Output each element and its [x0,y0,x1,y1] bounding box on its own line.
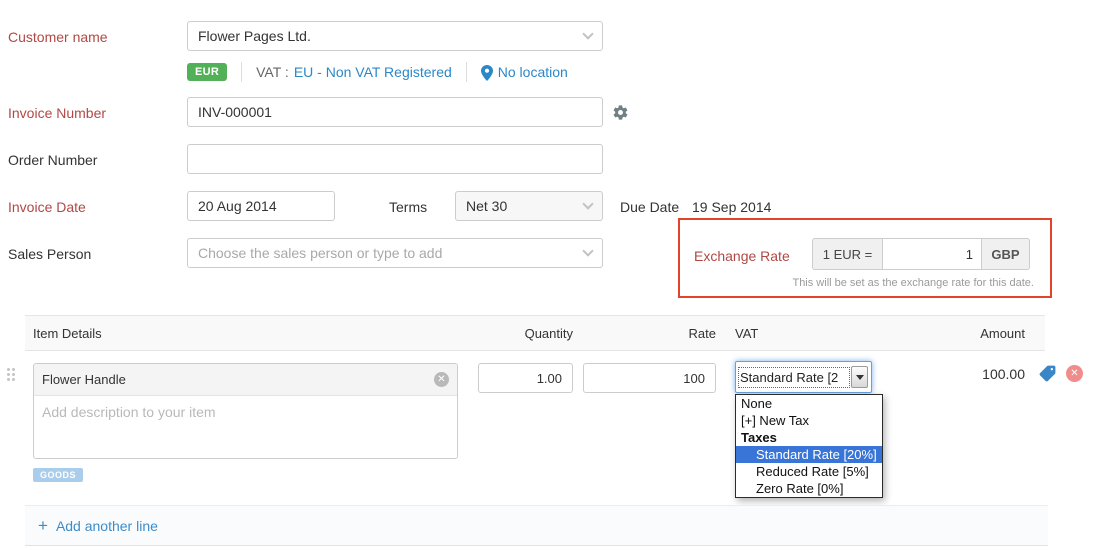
row-drag-handle-icon[interactable] [7,368,16,382]
vat-option-none[interactable]: None [736,395,882,412]
divider [466,62,467,82]
item-description-field[interactable]: Add description to your item [34,396,457,428]
exchange-rate-currency: GBP [982,238,1030,270]
invoice-date-label: Invoice Date [8,199,86,215]
vat-selected-value: Standard Rate [2 [739,368,849,387]
exchange-rate-box: Exchange Rate 1 EUR = GBP This will be s… [678,218,1052,298]
remove-line-icon[interactable]: ✕ [1066,365,1083,382]
customer-name-label: Customer name [8,29,108,45]
items-table-header: Item Details Quantity Rate VAT Amount [25,315,1045,351]
vat-option-new-tax[interactable]: [+] New Tax [736,412,882,429]
terms-select[interactable]: Net 30 [455,191,603,221]
add-another-line-button[interactable]: + Add another line [25,505,1048,546]
exchange-rate-label: Exchange Rate [694,248,790,264]
vat-option-group-taxes: Taxes [736,429,882,446]
line-amount-value: 100.00 [935,366,1025,382]
item-name-field[interactable]: Flower Handle ✕ [34,364,457,396]
terms-label: Terms [389,199,427,215]
sales-person-label: Sales Person [8,246,91,262]
header-rate: Rate [689,326,716,341]
customer-name-select[interactable]: Flower Pages Ltd. [187,21,603,51]
header-item-details: Item Details [33,326,102,341]
exchange-rate-input[interactable] [882,238,982,270]
terms-value: Net 30 [466,198,584,214]
header-quantity: Quantity [525,326,573,341]
vat-option-reduced-rate[interactable]: Reduced Rate [5%] [736,463,882,480]
invoice-number-settings-gear-icon[interactable] [612,104,629,121]
item-name-value: Flower Handle [42,372,434,387]
exchange-rate-group: 1 EUR = GBP [812,238,1030,270]
invoice-number-label: Invoice Number [8,105,106,121]
item-type-badge: GOODS [33,468,83,482]
exchange-rate-base: 1 EUR = [812,238,882,270]
vat-option-zero-rate[interactable]: Zero Rate [0%] [736,480,882,497]
chevron-down-icon [582,245,593,256]
select-arrow-button[interactable] [851,366,868,388]
triangle-down-icon [856,375,864,380]
header-amount: Amount [980,326,1025,341]
plus-icon: + [38,516,48,536]
header-vat: VAT [735,326,758,341]
no-location-link[interactable]: No location [498,64,568,80]
exchange-rate-helper-text: This will be set as the exchange rate fo… [792,277,1034,289]
quantity-input[interactable] [478,363,573,393]
invoice-number-input[interactable] [187,97,603,127]
chevron-down-icon [582,198,593,209]
vat-treatment-link[interactable]: EU - Non VAT Registered [294,64,452,80]
invoice-date-input[interactable] [187,191,335,221]
sales-person-placeholder: Choose the sales person or type to add [198,245,584,261]
clear-item-icon[interactable]: ✕ [434,372,449,387]
due-date-label: Due Date [620,199,679,215]
invoice-form-page: Customer name Flower Pages Ltd. EUR VAT … [0,0,1100,550]
chevron-down-icon [582,28,593,39]
vat-treatment-label: VAT : [256,64,289,80]
sales-person-select[interactable]: Choose the sales person or type to add [187,238,603,268]
vat-dropdown-menu: None [+] New Tax Taxes Standard Rate [20… [735,394,883,498]
customer-meta-row: EUR VAT : EU - Non VAT Registered No loc… [187,61,568,83]
divider [241,62,242,82]
add-another-line-label: Add another line [56,518,158,534]
due-date-value: 19 Sep 2014 [692,199,771,215]
rate-input[interactable] [583,363,716,393]
order-number-label: Order Number [8,152,97,168]
currency-badge: EUR [187,63,227,81]
customer-name-value: Flower Pages Ltd. [198,28,584,44]
vat-option-standard-rate[interactable]: Standard Rate [20%] [736,446,882,463]
item-details-cell: Flower Handle ✕ Add description to your … [33,363,458,459]
vat-select[interactable]: Standard Rate [2 [735,361,872,393]
location-pin-icon [481,65,493,81]
tag-icon[interactable] [1038,364,1057,383]
order-number-input[interactable] [187,144,603,174]
